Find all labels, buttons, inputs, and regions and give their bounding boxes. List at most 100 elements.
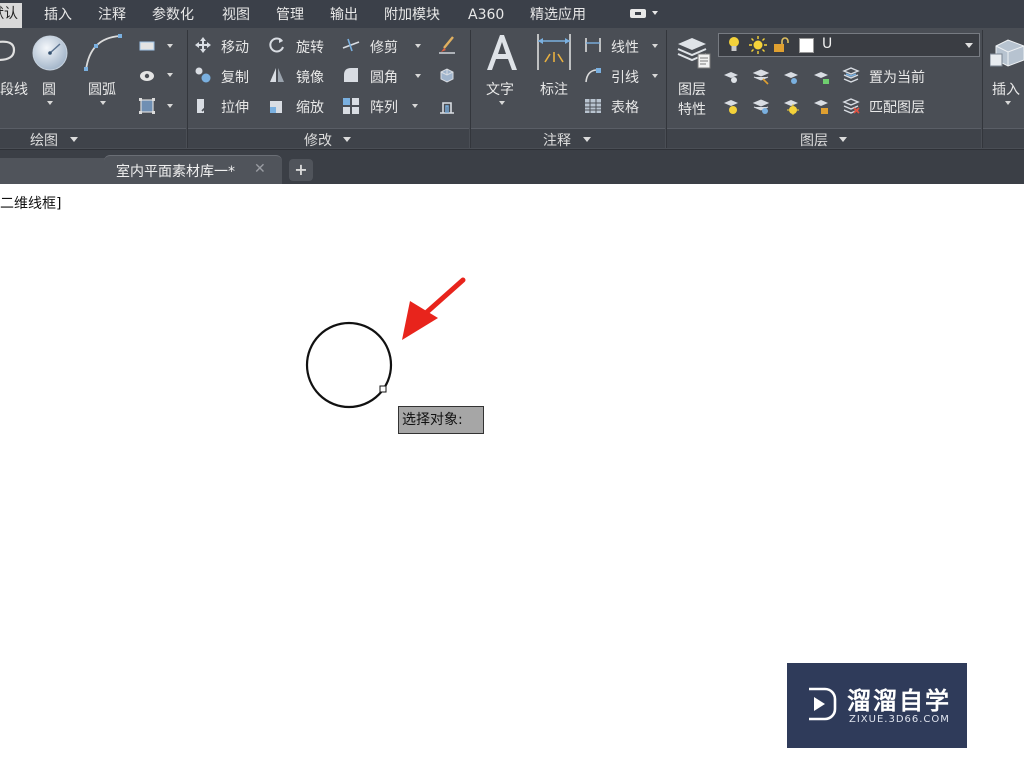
table-icon[interactable]	[584, 97, 602, 115]
leader-label[interactable]: 引线	[611, 67, 639, 87]
layer-properties-label-1[interactable]: 图层	[678, 79, 706, 99]
linear-label[interactable]: 线性	[611, 37, 639, 57]
insert-label[interactable]: 插入	[992, 79, 1020, 99]
menu-tab-output[interactable]: 输出	[330, 4, 358, 26]
drawn-circle[interactable]	[305, 321, 393, 409]
layer-freeze-icon[interactable]	[782, 67, 800, 85]
layer-properties-icon[interactable]	[676, 34, 712, 70]
set-current-icon[interactable]	[842, 66, 860, 84]
chevron-down-icon[interactable]	[415, 44, 421, 48]
circle-icon[interactable]	[31, 34, 69, 72]
move-icon[interactable]	[194, 36, 212, 54]
modify-panel-footer[interactable]: 修改	[188, 128, 469, 149]
chevron-down-icon[interactable]	[167, 73, 173, 77]
chevron-down-icon[interactable]	[47, 101, 53, 105]
fillet-label[interactable]: 圆角	[370, 67, 398, 87]
layer-dropdown[interactable]: U	[718, 33, 980, 57]
new-tab-button[interactable]: +	[289, 159, 313, 181]
copy-icon[interactable]	[194, 66, 212, 84]
match-layer-icon[interactable]	[842, 97, 860, 115]
menu-tab-a360[interactable]: A360	[468, 4, 504, 26]
lightbulb-icon[interactable]	[727, 36, 741, 54]
fillet-icon[interactable]	[342, 66, 360, 84]
set-current-label[interactable]: 置为当前	[869, 67, 925, 87]
polyline-label[interactable]: 段线	[0, 79, 28, 99]
layer-properties-label-2[interactable]: 特性	[678, 99, 706, 119]
explode-icon[interactable]	[438, 66, 456, 84]
erase-icon[interactable]	[438, 36, 456, 54]
chevron-down-icon[interactable]	[583, 137, 591, 142]
unlock-icon[interactable]	[773, 36, 789, 54]
layer-unisolate-icon[interactable]	[752, 97, 770, 115]
copy-label[interactable]: 复制	[221, 67, 249, 87]
file-tab[interactable]: 室内平面素材库一* ✕	[104, 155, 282, 184]
array-icon[interactable]	[342, 97, 360, 115]
chevron-down-icon[interactable]	[70, 137, 78, 142]
leader-icon[interactable]	[584, 66, 602, 84]
boundary-icon[interactable]	[138, 97, 156, 115]
chevron-down-icon[interactable]	[1005, 101, 1011, 105]
stretch-label[interactable]: 拉伸	[221, 97, 249, 117]
trim-icon[interactable]	[342, 36, 360, 54]
dimension-icon[interactable]	[535, 32, 573, 72]
scale-label[interactable]: 缩放	[296, 97, 324, 117]
block-panel-footer[interactable]	[983, 128, 1024, 148]
trim-label[interactable]: 修剪	[370, 37, 398, 57]
annotation-panel-footer[interactable]: 注释	[471, 128, 665, 149]
layers-panel-footer[interactable]: 图层	[667, 128, 981, 149]
offset-icon[interactable]	[438, 97, 456, 115]
layer-thaw-icon[interactable]	[782, 97, 800, 115]
chevron-down-icon[interactable]	[652, 44, 658, 48]
camera-dropdown-icon[interactable]	[628, 6, 662, 22]
close-icon[interactable]: ✕	[254, 161, 266, 177]
menu-tab-insert[interactable]: 插入	[44, 4, 72, 26]
dimension-label[interactable]: 标注	[540, 79, 568, 99]
menu-tab-annotate[interactable]: 注释	[98, 4, 126, 26]
layer-lock-icon[interactable]	[812, 67, 830, 85]
chevron-down-icon[interactable]	[167, 44, 173, 48]
chevron-down-icon[interactable]	[343, 137, 351, 142]
stretch-icon[interactable]	[194, 97, 212, 115]
circle-label[interactable]: 圆	[42, 79, 56, 99]
chevron-down-icon[interactable]	[100, 101, 106, 105]
arc-icon[interactable]	[82, 32, 124, 72]
polyline-icon[interactable]	[0, 36, 22, 66]
menu-tab-featured-apps[interactable]: 精选应用	[530, 4, 586, 26]
chevron-down-icon[interactable]	[652, 74, 658, 78]
chevron-down-icon[interactable]	[412, 104, 418, 108]
menu-tab-addins[interactable]: 附加模块	[384, 4, 440, 26]
chevron-down-icon[interactable]	[965, 43, 973, 48]
menu-tab-parametric[interactable]: 参数化	[152, 4, 194, 26]
match-layer-label[interactable]: 匹配图层	[869, 97, 925, 117]
layer-off-icon[interactable]	[722, 67, 740, 85]
chevron-down-icon[interactable]	[499, 101, 505, 105]
text-label[interactable]: 文字	[486, 79, 514, 99]
start-tab[interactable]	[0, 158, 114, 184]
arc-label[interactable]: 圆弧	[88, 79, 116, 99]
scale-icon[interactable]	[268, 97, 286, 115]
layer-color-swatch[interactable]	[799, 38, 814, 53]
layer-unlock-icon[interactable]	[812, 97, 830, 115]
table-label[interactable]: 表格	[611, 97, 639, 117]
hatch-icon[interactable]	[138, 66, 156, 84]
rectangle-icon[interactable]	[138, 37, 156, 55]
draw-panel-footer[interactable]: 绘图	[0, 128, 186, 149]
chevron-down-icon[interactable]	[167, 104, 173, 108]
text-icon[interactable]	[484, 32, 520, 72]
menu-tab-view[interactable]: 视图	[222, 4, 250, 26]
array-label[interactable]: 阵列	[370, 97, 398, 117]
sun-icon[interactable]	[749, 36, 767, 54]
rotate-icon[interactable]	[268, 36, 286, 54]
rotate-label[interactable]: 旋转	[296, 37, 324, 57]
mirror-icon[interactable]	[268, 66, 286, 84]
chevron-down-icon[interactable]	[839, 137, 847, 142]
mirror-label[interactable]: 镜像	[296, 67, 324, 87]
menu-tab-manage[interactable]: 管理	[276, 4, 304, 26]
insert-block-icon[interactable]	[990, 34, 1024, 70]
layer-isolate-icon[interactable]	[752, 67, 770, 85]
move-label[interactable]: 移动	[221, 37, 249, 57]
chevron-down-icon[interactable]	[415, 74, 421, 78]
menu-tab-default[interactable]: 默认	[0, 3, 22, 28]
linear-dimension-icon[interactable]	[584, 36, 602, 54]
layer-on-icon[interactable]	[722, 97, 740, 115]
